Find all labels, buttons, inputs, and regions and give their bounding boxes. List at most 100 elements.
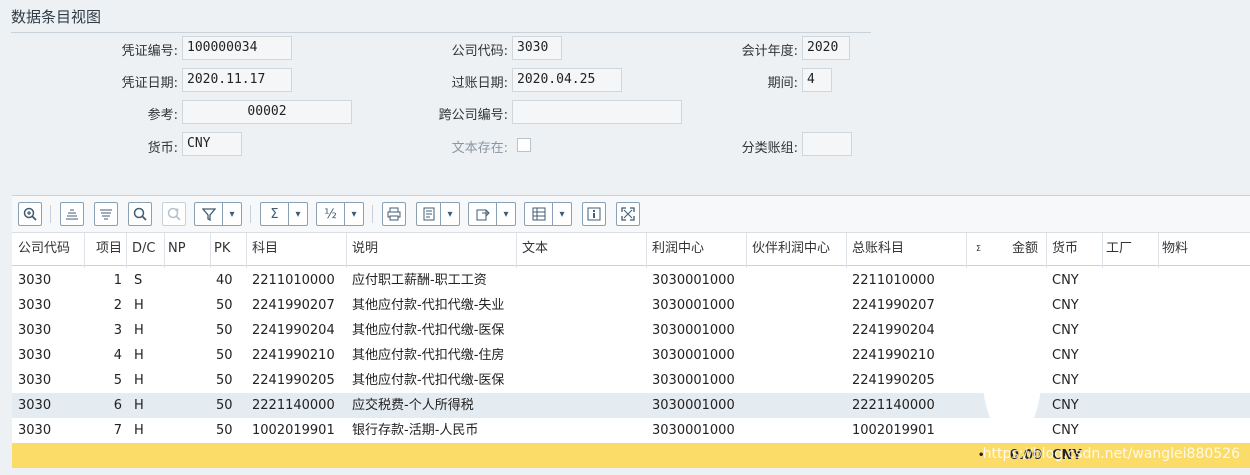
grid-toolbar: ▾ Σ ▾ ½ ▾ ▾ ▾ ▾ xyxy=(12,196,1250,233)
cell-pk: 50 xyxy=(216,398,233,413)
col-material[interactable]: 物料 xyxy=(1162,233,1188,265)
layout-button[interactable]: ▾ xyxy=(524,202,572,226)
table-row[interactable]: 3030 3 H 50 2241990204 其他应付款-代扣代缴-医保 303… xyxy=(12,318,1250,344)
cell-dc: H xyxy=(134,298,144,313)
filter-button[interactable]: ▾ xyxy=(194,202,242,226)
currency-label: 货币: xyxy=(147,141,178,156)
col-pk[interactable]: PK xyxy=(214,233,230,265)
sort-ascending-icon xyxy=(61,207,83,221)
cell-currency: CNY xyxy=(1052,398,1079,413)
col-plant[interactable]: 工厂 xyxy=(1106,233,1132,265)
text-exists-label: 文本存在: xyxy=(451,141,508,156)
cell-dc: H xyxy=(134,423,144,438)
col-dc[interactable]: D/C xyxy=(132,233,155,265)
cell-account[interactable]: 2221140000 xyxy=(252,393,335,418)
chevron-down-icon: ▾ xyxy=(552,203,571,225)
watermark-text: https://blog.csdn.net/wanglei880526 xyxy=(982,446,1240,462)
cell-account[interactable]: 1002019901 xyxy=(252,418,335,443)
cell-account[interactable]: 2241990207 xyxy=(252,293,335,318)
find-next-button[interactable] xyxy=(162,202,186,226)
cell-pk: 50 xyxy=(216,373,233,388)
cell-currency: CNY xyxy=(1052,423,1079,438)
cell-gl-account[interactable]: 2241990207 xyxy=(852,293,935,318)
cell-description: 应付职工薪酬-职工工资 xyxy=(352,273,487,288)
ledger-group-field[interactable] xyxy=(802,132,852,156)
cell-gl-account[interactable]: 1002019901 xyxy=(852,418,935,443)
cell-gl-account[interactable]: 2221140000 xyxy=(852,393,935,418)
cell-account[interactable]: 2241990205 xyxy=(252,368,335,393)
voucher-date-field[interactable]: 2020.11.17 xyxy=(182,68,292,92)
cell-item: 2 xyxy=(113,298,122,313)
col-amount[interactable]: 金额 xyxy=(1012,233,1038,265)
table-row-selected[interactable]: 3030 6 H 50 2221140000 应交税费-个人所得税 303000… xyxy=(12,393,1250,419)
fullscreen-button[interactable] xyxy=(616,202,640,226)
sort-descending-button[interactable] xyxy=(94,202,118,226)
currency-field[interactable]: CNY xyxy=(182,132,242,156)
table-row[interactable]: 3030 4 H 50 2241990210 其他应付款-代扣代缴-住房 303… xyxy=(12,343,1250,369)
posting-date-label: 过账日期: xyxy=(451,76,508,91)
ledger-group-label: 分类账组: xyxy=(741,141,798,156)
filter-icon xyxy=(195,207,222,221)
voucher-no-field[interactable]: 100000034 xyxy=(182,36,292,60)
posting-date-field[interactable]: 2020.04.25 xyxy=(512,68,622,92)
export-icon xyxy=(469,207,496,221)
cell-dc: S xyxy=(134,273,143,288)
text-exists-checkbox[interactable] xyxy=(517,138,531,152)
cell-pk: 50 xyxy=(216,323,233,338)
col-currency[interactable]: 货币 xyxy=(1052,233,1078,265)
sort-ascending-button[interactable] xyxy=(60,202,84,226)
find-button[interactable] xyxy=(128,202,152,226)
fiscal-year-field[interactable]: 2020 xyxy=(802,36,850,60)
cell-pk: 40 xyxy=(216,273,233,288)
table-row[interactable]: 3030 1 S 40 2211010000 应付职工薪酬-职工工资 30300… xyxy=(12,268,1250,294)
export-button[interactable]: ▾ xyxy=(468,202,516,226)
cell-gl-account[interactable]: 2211010000 xyxy=(852,268,935,293)
sum-button[interactable]: Σ ▾ xyxy=(260,202,308,226)
period-field[interactable]: 4 xyxy=(802,68,832,92)
table-row[interactable]: 3030 7 H 50 1002019901 银行存款-活期-人民币 30300… xyxy=(12,418,1250,444)
cross-company-field[interactable] xyxy=(512,100,682,124)
subtotal-button[interactable]: ½ ▾ xyxy=(316,202,364,226)
cell-item: 4 xyxy=(113,348,122,363)
zoom-details-button[interactable] xyxy=(18,202,42,226)
cell-account[interactable]: 2211010000 xyxy=(252,268,335,293)
cell-dc: H xyxy=(134,348,144,363)
layout-icon xyxy=(525,207,552,221)
cell-account[interactable]: 2241990204 xyxy=(252,318,335,343)
cell-description: 银行存款-活期-人民币 xyxy=(352,423,479,438)
reference-label: 参考: xyxy=(147,108,178,123)
subtotal-icon: ½ xyxy=(324,206,337,222)
cell-currency: CNY xyxy=(1052,348,1079,363)
col-company[interactable]: 公司代码 xyxy=(18,233,70,265)
reference-field[interactable]: 00002 xyxy=(182,100,352,124)
cell-account[interactable]: 2241990210 xyxy=(252,343,335,368)
table-row[interactable]: 3030 2 H 50 2241990207 其他应付款-代扣代缴-失业 303… xyxy=(12,293,1250,319)
cell-profit-center: 3030001000 xyxy=(652,348,735,363)
col-gl-account[interactable]: 总账科目 xyxy=(852,233,904,265)
cell-gl-account[interactable]: 2241990210 xyxy=(852,343,935,368)
cell-company: 3030 xyxy=(18,373,52,388)
col-profit-center[interactable]: 利润中心 xyxy=(652,233,704,265)
col-text[interactable]: 文本 xyxy=(522,233,548,265)
toolbar-separator xyxy=(50,205,51,223)
company-code-field[interactable]: 3030 xyxy=(512,36,562,60)
items-grid: ▾ Σ ▾ ½ ▾ ▾ ▾ ▾ 公司代码 项目 D/C NP PK 科目 说明 … xyxy=(12,195,1250,475)
cell-profit-center: 3030001000 xyxy=(652,398,735,413)
info-button[interactable] xyxy=(582,202,606,226)
sum-indicator-icon: Σ xyxy=(976,244,982,253)
cell-currency: CNY xyxy=(1052,298,1079,313)
col-account[interactable]: 科目 xyxy=(252,233,278,265)
view-button[interactable]: ▾ xyxy=(416,202,460,226)
col-description[interactable]: 说明 xyxy=(352,233,378,265)
col-partner-profit-center[interactable]: 伙伴利润中心 xyxy=(752,233,830,265)
table-row[interactable]: 3030 5 H 50 2241990205 其他应付款-代扣代缴-医保 303… xyxy=(12,368,1250,394)
cell-item: 7 xyxy=(113,423,122,438)
cell-gl-account[interactable]: 2241990204 xyxy=(852,318,935,343)
cell-company: 3030 xyxy=(18,298,52,313)
cell-pk: 50 xyxy=(216,348,233,363)
col-item[interactable]: 项目 xyxy=(96,233,122,265)
cell-description: 其他应付款-代扣代缴-住房 xyxy=(352,348,505,363)
cell-gl-account[interactable]: 2241990205 xyxy=(852,368,935,393)
print-button[interactable] xyxy=(382,202,406,226)
col-np[interactable]: NP xyxy=(168,233,186,265)
